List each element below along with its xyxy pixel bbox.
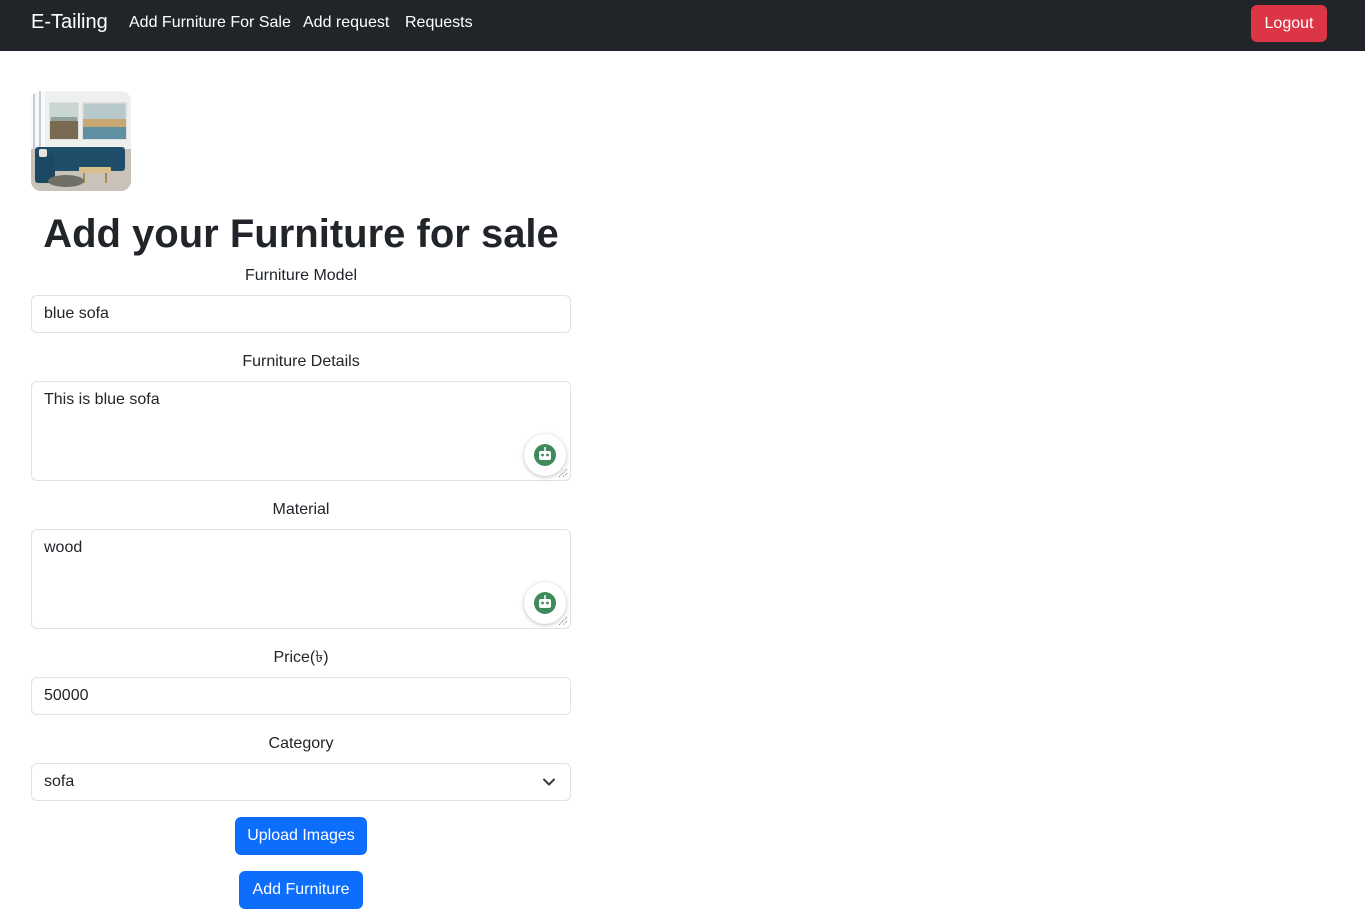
category-label: Category [268,735,334,752]
chevron-down-icon [543,778,555,786]
furniture-model-label: Furniture Model [244,267,358,284]
price-value: 50000 [44,687,89,704]
furniture-model-value: blue sofa [44,305,109,322]
top-navbar: E-Tailing Add Furniture For Sale Add req… [0,0,1365,51]
brand-link[interactable]: E-Tailing [31,11,108,34]
furniture-details-value: This is blue sofa [44,391,160,408]
furniture-thumbnail-image [31,91,131,191]
price-label: Price(৳) [273,649,329,666]
resize-handle-icon[interactable] [558,468,568,478]
upload-images-button[interactable]: Upload Images [235,817,367,855]
price-input[interactable]: 50000 [31,677,571,715]
add-furniture-button[interactable]: Add Furniture [239,871,363,909]
nav-link-requests[interactable]: Requests [405,14,473,32]
category-select[interactable]: sofa [31,763,571,801]
category-value: sofa [44,773,75,790]
resize-handle-icon[interactable] [558,616,568,626]
page-title: Add your Furniture for sale [43,212,559,256]
furniture-details-textarea[interactable]: This is blue sofa [31,381,571,481]
logout-button[interactable]: Logout [1251,5,1327,42]
material-label: Material [272,501,330,518]
material-value: wood [44,539,83,556]
nav-link-add-request[interactable]: Add request [303,14,389,32]
furniture-model-input[interactable]: blue sofa [31,295,571,333]
furniture-details-label: Furniture Details [242,353,360,370]
nav-link-add-furniture[interactable]: Add Furniture For Sale [129,14,291,32]
material-textarea[interactable]: wood [31,529,571,629]
